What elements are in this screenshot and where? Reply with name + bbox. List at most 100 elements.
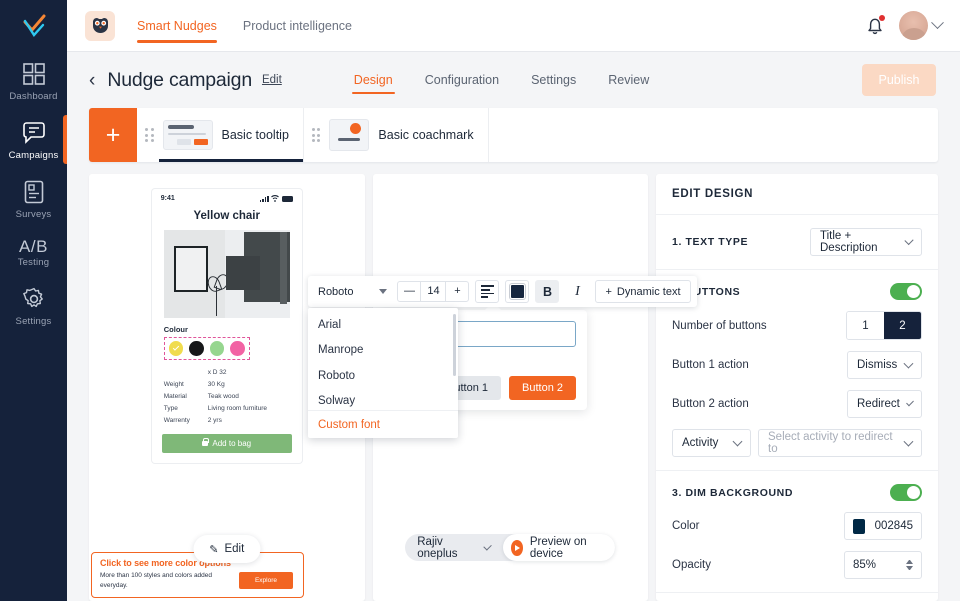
custom-font-option[interactable]: Custom font — [308, 410, 458, 438]
app-logo[interactable] — [0, 0, 67, 52]
italic-icon: I — [575, 283, 580, 299]
add-to-bag-label: Add to bag — [212, 439, 252, 448]
edit-campaign-link[interactable]: Edit — [262, 74, 282, 86]
tab-design[interactable]: Design — [351, 52, 395, 108]
colour-label: Colour — [163, 325, 188, 334]
owl-logo-icon[interactable] — [85, 10, 115, 41]
button1-action-value: Dismiss — [857, 359, 898, 371]
bold-button[interactable]: B — [535, 280, 560, 303]
section-dim-background: 3. DIM BACKGROUND Color 002845 Opacity 8… — [656, 471, 938, 593]
add-template-button[interactable]: + — [89, 108, 137, 162]
swatch-green[interactable] — [209, 341, 225, 356]
drag-handle-icon[interactable] — [311, 128, 321, 142]
nudge-explore-button[interactable]: Explore — [239, 572, 293, 589]
activity-type-select[interactable]: Activity — [672, 429, 751, 457]
font-option-manrope[interactable]: Manrope — [308, 338, 458, 364]
font-option-arial[interactable]: Arial — [308, 312, 458, 338]
plus-icon: + — [605, 285, 612, 298]
swatch-black[interactable] — [189, 341, 204, 356]
seg-option-2[interactable]: 2 — [884, 312, 921, 339]
font-size-stepper[interactable]: — 14 + — [397, 281, 470, 302]
preview-on-device-button[interactable]: Preview on device — [502, 534, 616, 561]
product-spec-table: x D 32 Weight 30 Kg Material Teak wood T… — [152, 362, 302, 432]
align-left-button[interactable] — [475, 280, 500, 303]
user-menu[interactable] — [899, 11, 944, 40]
template-basic-coachmark[interactable]: Basic coachmark — [304, 108, 489, 162]
sidebar-item-campaigns[interactable]: Campaigns — [0, 111, 67, 168]
font-option-solway[interactable]: Solway — [308, 389, 458, 411]
activity-redirect-placeholder: Select activity to redirect to — [768, 431, 893, 455]
tab-settings[interactable]: Settings — [531, 52, 576, 108]
font-size-increase[interactable]: + — [446, 282, 468, 301]
dim-color-field[interactable]: 002845 — [844, 512, 922, 540]
opacity-stepper[interactable]: 85% — [844, 551, 922, 579]
topnav-product-intelligence[interactable]: Product intelligence — [243, 0, 352, 51]
topnav-label: Product intelligence — [242, 18, 353, 33]
button1-action-select[interactable]: Dismiss — [847, 351, 922, 379]
sidebar-item-surveys[interactable]: Surveys — [0, 170, 67, 227]
seg-option-1[interactable]: 1 — [847, 312, 884, 339]
edit-preview-button[interactable]: ✎ Edit — [193, 535, 261, 563]
tab-configuration[interactable]: Configuration — [425, 52, 499, 108]
dynamic-text-label: Dynamic text — [616, 285, 681, 298]
phone-mockup: 9:41 Yellow chair Colour x D 32 Weight 3… — [151, 189, 302, 463]
page-title: Nudge campaign — [107, 68, 252, 91]
play-icon — [510, 539, 523, 556]
colour-swatch-row[interactable] — [163, 337, 250, 360]
product-image — [163, 230, 290, 318]
document-icon — [24, 179, 44, 205]
sidebar-item-ab-testing[interactable]: A/B Testing — [0, 229, 67, 275]
topbar-right-group — [865, 11, 960, 40]
button2-action-select[interactable]: Redirect — [847, 390, 922, 418]
template-strip-wrapper: + Basic tooltip Basic coachmark — [67, 108, 960, 164]
section-title: 3. DIM BACKGROUND — [672, 486, 794, 499]
publish-button[interactable]: Publish — [862, 64, 936, 96]
top-navigation: Smart Nudges Product intelligence — [137, 0, 352, 51]
dynamic-text-button[interactable]: + Dynamic text — [595, 280, 691, 303]
edit-design-header: EDIT DESIGN — [656, 174, 938, 215]
dim-color-label: Color — [672, 520, 700, 532]
nudge-button-2[interactable]: Button 2 — [509, 376, 576, 400]
button2-action-label: Button 2 action — [672, 398, 749, 410]
chevron-down-icon — [904, 235, 914, 246]
color-swatch[interactable] — [853, 518, 865, 534]
drag-handle-icon[interactable] — [145, 128, 154, 142]
buttons-toggle[interactable] — [890, 283, 922, 300]
chevron-left-icon[interactable]: ‹ — [89, 71, 95, 90]
bell-icon[interactable] — [865, 14, 885, 37]
topnav-smart-nudges[interactable]: Smart Nudges — [137, 0, 217, 51]
status-time: 9:41 — [160, 195, 175, 202]
wifi-icon — [271, 195, 280, 202]
font-size-decrease[interactable]: — — [398, 282, 420, 301]
button1-action-label: Button 1 action — [672, 359, 749, 371]
sidebar-item-settings[interactable]: Settings — [0, 277, 67, 334]
stepper-arrows-icon[interactable] — [906, 560, 913, 570]
tab-label: Settings — [531, 73, 577, 87]
activity-redirect-select[interactable]: Select activity to redirect to — [758, 429, 922, 457]
font-option-roboto[interactable]: Roboto — [308, 363, 458, 389]
text-color-button[interactable] — [505, 280, 530, 303]
text-format-toolbar: Roboto — 14 + B I + Dynamic text — [308, 276, 697, 307]
add-to-bag-button[interactable]: Add to bag — [161, 434, 292, 453]
swatch-pink[interactable] — [230, 341, 245, 356]
sidebar-item-label: Surveys — [15, 209, 52, 220]
dropdown-scrollbar[interactable] — [453, 314, 456, 376]
font-family-value: Roboto — [318, 285, 354, 298]
sidebar-item-dashboard[interactable]: Dashboard — [0, 52, 67, 109]
tab-review[interactable]: Review — [608, 52, 649, 108]
font-family-select[interactable]: Roboto — [314, 286, 391, 298]
template-basic-tooltip[interactable]: Basic tooltip — [137, 108, 304, 162]
device-selector[interactable]: Rajiv oneplus — [405, 536, 502, 560]
text-type-select[interactable]: Title + Description — [810, 228, 922, 256]
swatch-yellow[interactable] — [168, 341, 184, 356]
topnav-label: Smart Nudges — [137, 18, 217, 33]
app-root: Dashboard Campaigns Surveys A/B Testing … — [0, 0, 960, 601]
dim-background-toggle[interactable] — [890, 484, 922, 501]
signal-icon — [259, 195, 269, 202]
font-size-value[interactable]: 14 — [420, 282, 447, 301]
button2-action-value: Redirect — [857, 398, 900, 410]
page-tabs: Design Configuration Settings Review — [351, 52, 649, 108]
number-of-buttons-segmented[interactable]: 1 2 — [846, 311, 922, 340]
italic-button[interactable]: I — [565, 280, 590, 303]
colour-section: Colour — [152, 318, 302, 362]
